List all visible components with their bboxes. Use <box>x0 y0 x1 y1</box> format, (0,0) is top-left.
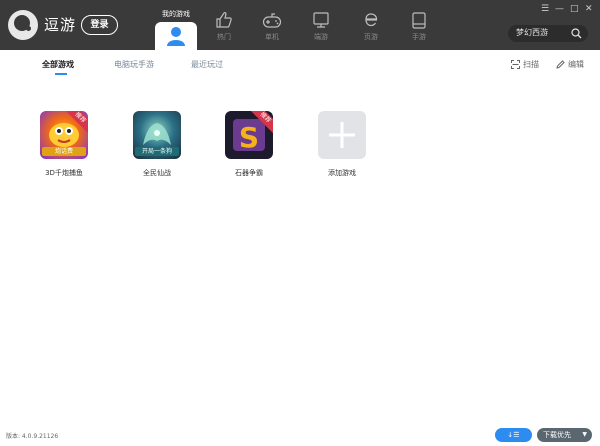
login-button[interactable]: 登录 <box>81 15 118 35</box>
tab-pc-mobile-games[interactable]: 电脑玩手游 <box>114 59 154 70</box>
download-priority-label: 下载优先 <box>543 431 571 439</box>
menu-icon[interactable]: ☰ <box>541 5 549 14</box>
game-name: 石器争霸 <box>235 169 263 177</box>
game-name: 全民仙战 <box>143 169 171 177</box>
game-item[interactable]: S 推荐 石器争霸 <box>214 111 284 178</box>
game-icon-quanmin-xianzhan[interactable]: 开局一条狗 <box>133 111 181 159</box>
edit-button[interactable]: 编辑 <box>556 59 584 70</box>
game-banner-2: 开局一条狗 <box>135 147 179 156</box>
nav-web[interactable]: 页游 <box>351 11 391 47</box>
scan-button[interactable]: 扫描 <box>511 59 539 70</box>
nav-mobile[interactable]: 手游 <box>399 11 439 47</box>
nav-mobile-label: 手游 <box>412 33 426 41</box>
search-box[interactable]: 梦幻西游 <box>508 25 588 42</box>
version-text: 版本: 4.0.9.21126 <box>6 433 59 440</box>
game-icon-shiqi-zhengba[interactable]: S 推荐 <box>225 111 273 159</box>
nav-client[interactable]: 端游 <box>301 11 341 47</box>
download-list-button[interactable]: ↓☰ <box>495 428 532 442</box>
add-game-label: 添加游戏 <box>328 169 356 177</box>
pencil-icon <box>556 60 565 69</box>
add-game-item[interactable]: 添加游戏 <box>307 111 377 178</box>
game-item[interactable]: 炮话费 推荐 3D千炮捕鱼 <box>29 111 99 178</box>
nav-single[interactable]: 单机 <box>252 11 292 47</box>
monitor-icon <box>313 12 329 28</box>
tab-recently-played[interactable]: 最近玩过 <box>191 59 223 70</box>
tablet-icon <box>412 12 426 29</box>
thumbs-up-icon <box>216 11 232 28</box>
nav-client-label: 端游 <box>314 33 328 41</box>
add-game-button[interactable] <box>318 111 366 159</box>
tab-all-games[interactable]: 全部游戏 <box>42 59 74 70</box>
game-name: 3D千炮捕鱼 <box>45 169 83 177</box>
download-priority-button[interactable]: 下载优先 ▼ <box>537 428 592 442</box>
nav-hot[interactable]: 热门 <box>204 11 244 47</box>
plus-icon <box>329 122 355 148</box>
search-input[interactable]: 梦幻西游 <box>516 27 548 38</box>
ie-icon <box>365 13 378 27</box>
game-icon-3d-fishing[interactable]: 炮话费 推荐 <box>40 111 88 159</box>
user-icon <box>167 27 185 46</box>
close-icon[interactable]: ✕ <box>585 5 593 14</box>
tab-my-games-label: 我的游戏 <box>162 10 190 18</box>
nav-single-label: 单机 <box>265 33 279 41</box>
top-bar: 逗游 登录 我的游戏 热门 单机 端游 页游 手游 ☰ — □ ✕ 梦幻西游 <box>0 0 600 50</box>
svg-text:S: S <box>239 121 259 154</box>
search-icon[interactable] <box>571 28 582 39</box>
minimize-icon[interactable]: — <box>555 5 564 14</box>
game-banner-1: 炮话费 <box>42 147 86 156</box>
scan-icon <box>511 60 520 69</box>
maximize-icon[interactable]: □ <box>570 5 579 14</box>
game-item[interactable]: 开局一条狗 全民仙战 <box>122 111 192 178</box>
app-logo[interactable] <box>8 10 38 40</box>
nav-hot-label: 热门 <box>217 33 231 41</box>
nav-web-label: 页游 <box>364 33 378 41</box>
scan-label: 扫描 <box>523 60 539 69</box>
edit-label: 编辑 <box>568 60 584 69</box>
gamepad-icon <box>262 13 282 28</box>
chevron-down-icon[interactable]: ▼ <box>582 428 587 442</box>
active-tab-indicator <box>55 73 67 75</box>
app-name: 逗游 <box>44 16 77 34</box>
